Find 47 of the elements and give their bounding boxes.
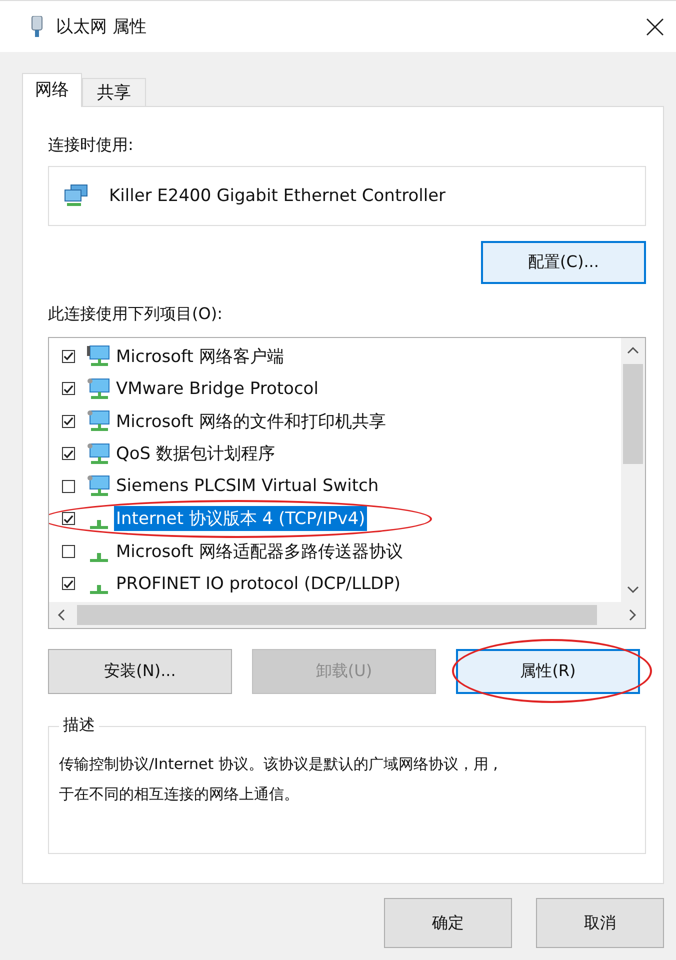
item-action-button[interactable]: 安装(N)...: [48, 649, 232, 694]
list-item[interactable]: Microsoft 网络客户端: [114, 344, 286, 369]
checkbox[interactable]: [62, 414, 75, 428]
configure-button[interactable]: 配置(C)...: [481, 241, 646, 284]
adapter-name: Killer E2400 Gigabit Ethernet Controller: [109, 186, 446, 206]
list-item[interactable]: QoS 数据包计划程序: [114, 441, 277, 466]
scroll-thumb[interactable]: [623, 364, 643, 464]
network-protocol-icon: [90, 585, 108, 594]
checkbox[interactable]: [62, 447, 75, 460]
connect-using-label: 连接时使用:: [48, 135, 134, 156]
list-item[interactable]: VMware Bridge Protocol: [114, 378, 320, 400]
tab[interactable]: 网络: [22, 73, 82, 107]
network-service-icon: [87, 442, 111, 466]
network-adapter-icon: [63, 184, 89, 208]
vertical-scrollbar[interactable]: [621, 338, 645, 602]
window-title: 以太网 属性: [56, 16, 148, 38]
description-text: 传输控制协议/Internet 协议。该协议是默认的广域网络协议，用 , 于在不同的相互连接的网络上通信。: [59, 754, 499, 805]
scroll-right-icon[interactable]: [629, 609, 637, 621]
checkbox[interactable]: [62, 577, 75, 590]
scroll-up-icon[interactable]: [627, 346, 639, 354]
dialog-button[interactable]: 确定: [384, 898, 512, 948]
list-item[interactable]: Microsoft 网络的文件和打印机共享: [114, 408, 388, 434]
network-protocol-icon: [90, 552, 108, 562]
checkbox[interactable]: [62, 350, 75, 363]
checkbox[interactable]: [62, 382, 75, 396]
items-label: 此连接使用下列项目(O):: [48, 304, 222, 325]
network-service-icon: [87, 474, 111, 498]
list-item[interactable]: PROFINET IO protocol (DCP/LLDP): [114, 572, 403, 595]
horizontal-scrollbar[interactable]: [49, 602, 645, 628]
scroll-thumb[interactable]: [77, 605, 597, 625]
dialog-button[interactable]: 取消: [536, 898, 664, 948]
tab[interactable]: 共享: [82, 78, 146, 106]
network-protocol-icon: [90, 520, 108, 530]
scroll-down-icon[interactable]: [627, 586, 639, 594]
ethernet-plug-icon: [30, 16, 44, 38]
checkbox[interactable]: [62, 544, 75, 558]
close-icon[interactable]: [646, 18, 664, 36]
item-action-button[interactable]: 属性(R): [456, 649, 640, 694]
scroll-left-icon[interactable]: [57, 609, 65, 621]
list-item[interactable]: Siemens PLCSIM Virtual Switch: [114, 475, 381, 498]
list-item[interactable]: Microsoft 网络适配器多路传送器协议: [114, 538, 405, 564]
checkbox[interactable]: [62, 480, 75, 493]
list-item[interactable]: Internet 协议版本 4 (TCP/IPv4): [114, 506, 368, 532]
network-client-icon: [87, 344, 111, 368]
network-service-icon: [87, 376, 111, 401]
network-service-icon: [87, 409, 111, 434]
checkbox[interactable]: [62, 512, 75, 526]
